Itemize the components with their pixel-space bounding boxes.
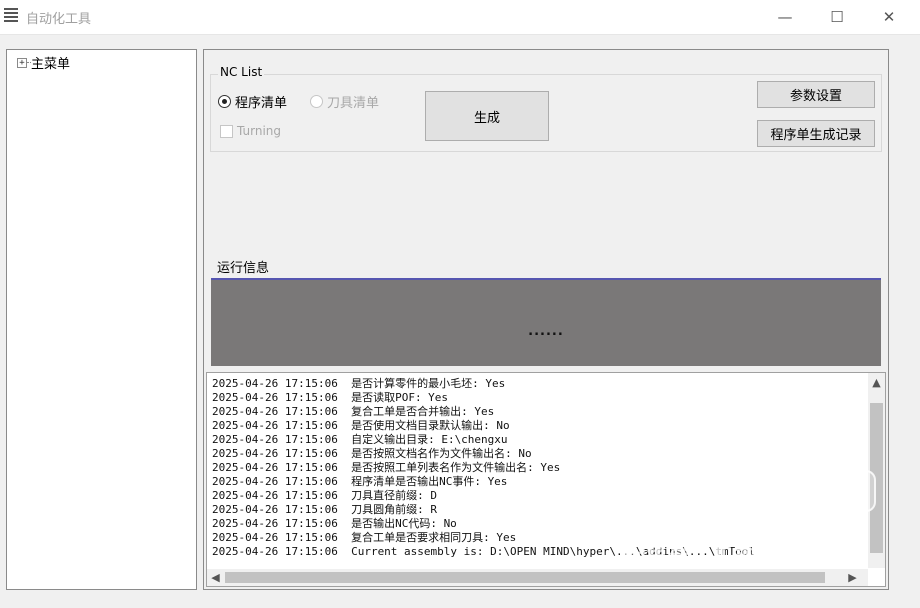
maximize-button[interactable]: ☐ <box>822 6 852 28</box>
turning-checkbox[interactable]: Turning <box>220 124 281 138</box>
log-line: 2025-04-26 17:15:06 是否读取POF: Yes <box>212 391 449 404</box>
radio-program-label: 程序清单 <box>235 96 288 111</box>
main-menu-tree[interactable]: + 主菜单 <box>6 49 197 590</box>
generate-button[interactable]: 生成 <box>425 91 549 141</box>
log-line: 2025-04-26 17:15:06 程序清单是否输出NC事件: Yes <box>212 475 508 488</box>
scroll-up-icon[interactable]: ▲ <box>868 376 885 389</box>
log-lines: 2025-04-26 17:15:06 是否计算零件的最小毛坯: Yes 2025… <box>212 377 864 560</box>
menu-lines-icon[interactable] <box>4 8 18 24</box>
log-line: 2025-04-26 17:15:06 刀具圆角前缀: R <box>212 503 437 516</box>
log-line: 2025-04-26 17:15:06 刀具直径前缀: D <box>212 489 437 502</box>
window-client-area: + 主菜单 NC List 程序清单 刀具清单 Turning 生成 参数设置 程… <box>0 35 920 608</box>
scroll-right-icon[interactable]: ▶ <box>844 571 861 584</box>
log-line: 2025-04-26 17:15:06 是否使用文档目录默认输出: No <box>212 419 510 432</box>
expand-icon[interactable]: + <box>17 57 27 68</box>
log-line: 2025-04-26 17:15:06 是否输出NC代码: No <box>212 517 457 530</box>
progress-dots: ...... <box>528 324 564 339</box>
radio-unchecked-icon <box>310 95 323 108</box>
minimize-button[interactable]: — <box>770 6 800 28</box>
log-line: 2025-04-26 17:15:06 自定义输出目录: E:\chengxu <box>212 433 508 446</box>
log-line: 2025-04-26 17:15:06 复合工单是否合并输出: Yes <box>212 405 495 418</box>
turning-label: Turning <box>237 124 281 138</box>
horizontal-scrollbar[interactable]: ◀ ▶ <box>207 569 868 586</box>
radio-checked-icon <box>218 95 231 108</box>
log-line: 2025-04-26 17:15:06 是否按照文档名作为文件输出名: No <box>212 447 532 460</box>
checkbox-icon <box>220 124 233 138</box>
watermark-badge: 闲鱼 <box>800 470 876 512</box>
main-panel: NC List 程序清单 刀具清单 Turning 生成 参数设置 程序单生成记… <box>203 49 889 590</box>
radio-tool-label: 刀具清单 <box>327 96 380 111</box>
progress-area: ...... <box>211 278 881 366</box>
tree-node-main-menu[interactable]: + 主菜单 <box>17 53 70 72</box>
title-bar: 自动化工具 — ☐ ✕ <box>0 0 920 35</box>
param-settings-button[interactable]: 参数设置 <box>757 81 875 108</box>
log-line: 2025-04-26 17:15:06 是否计算零件的最小毛坯: Yes <box>212 377 506 390</box>
horizontal-scroll-thumb[interactable] <box>225 572 825 583</box>
run-info-label: 运行信息 <box>217 261 270 276</box>
history-button[interactable]: 程序单生成记录 <box>757 120 875 147</box>
nc-list-group-title: NC List <box>218 65 265 79</box>
close-button[interactable]: ✕ <box>874 6 904 28</box>
watermark-text: 闲鱼号：机械WAS <box>624 544 813 569</box>
radio-program-list[interactable]: 程序清单 <box>218 92 287 111</box>
radio-tool-list[interactable]: 刀具清单 <box>310 92 379 111</box>
window-title: 自动化工具 <box>26 12 92 27</box>
log-line: 2025-04-26 17:15:06 是否按照工单列表名作为文件输出名: Ye… <box>212 461 561 474</box>
scroll-left-icon[interactable]: ◀ <box>207 571 224 584</box>
tree-node-label: 主菜单 <box>31 57 71 72</box>
